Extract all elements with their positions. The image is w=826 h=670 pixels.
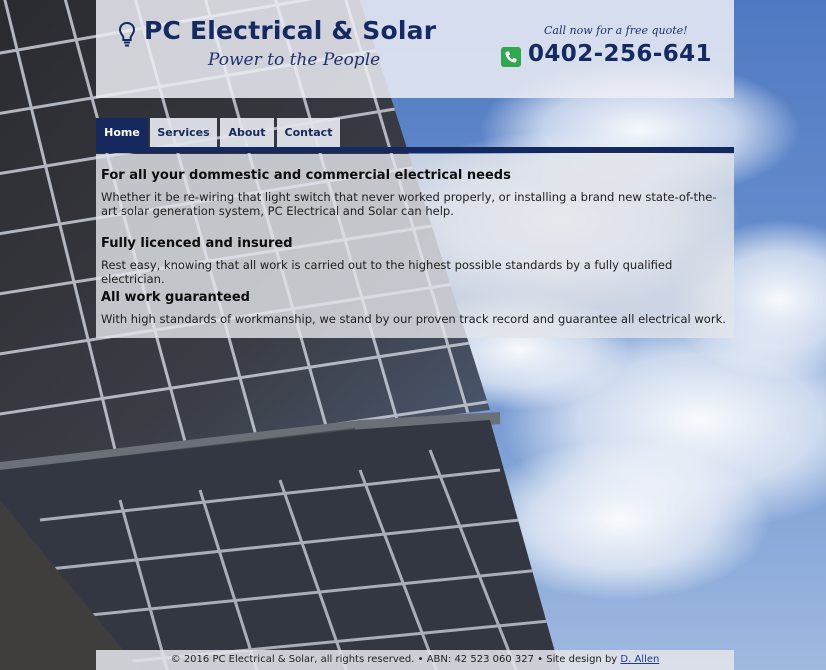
footer-text: © 2016 PC Electrical & Solar, all rights… — [170, 654, 618, 665]
section-heading: Fully licenced and insured — [101, 236, 293, 251]
phone-icon — [501, 47, 521, 67]
site-title[interactable]: PC Electrical & Solar — [144, 16, 436, 45]
nav-tab-services[interactable]: Services — [150, 118, 217, 147]
nav-tab-home[interactable]: Home — [96, 118, 148, 147]
section-text: With high standards of workmanship, we s… — [101, 312, 726, 326]
call-to-action-note: Call now for a free quote! — [544, 24, 688, 37]
nav-tab-contact[interactable]: Contact — [277, 118, 340, 147]
main-nav: Home Services About Contact — [96, 118, 734, 154]
section-text: Whether it be re-wiring that light switc… — [101, 190, 717, 218]
section-heading: For all your dommestic and commercial el… — [101, 168, 511, 183]
site-footer: © 2016 PC Electrical & Solar, all rights… — [96, 650, 734, 670]
section-heading: All work guaranteed — [101, 290, 250, 305]
site-tagline: Power to the People — [208, 50, 381, 70]
main-content: For all your dommestic and commercial el… — [96, 154, 734, 338]
section-text: Rest easy, knowing that all work is carr… — [101, 258, 673, 286]
lightbulb-icon — [118, 21, 136, 47]
designer-link[interactable]: D. Allen — [620, 654, 659, 665]
nav-tab-about[interactable]: About — [220, 118, 274, 147]
phone-number[interactable]: 0402-256-641 — [528, 41, 712, 67]
site-header: PC Electrical & Solar Power to the Peopl… — [96, 0, 734, 98]
nav-underline-bar — [96, 147, 734, 153]
